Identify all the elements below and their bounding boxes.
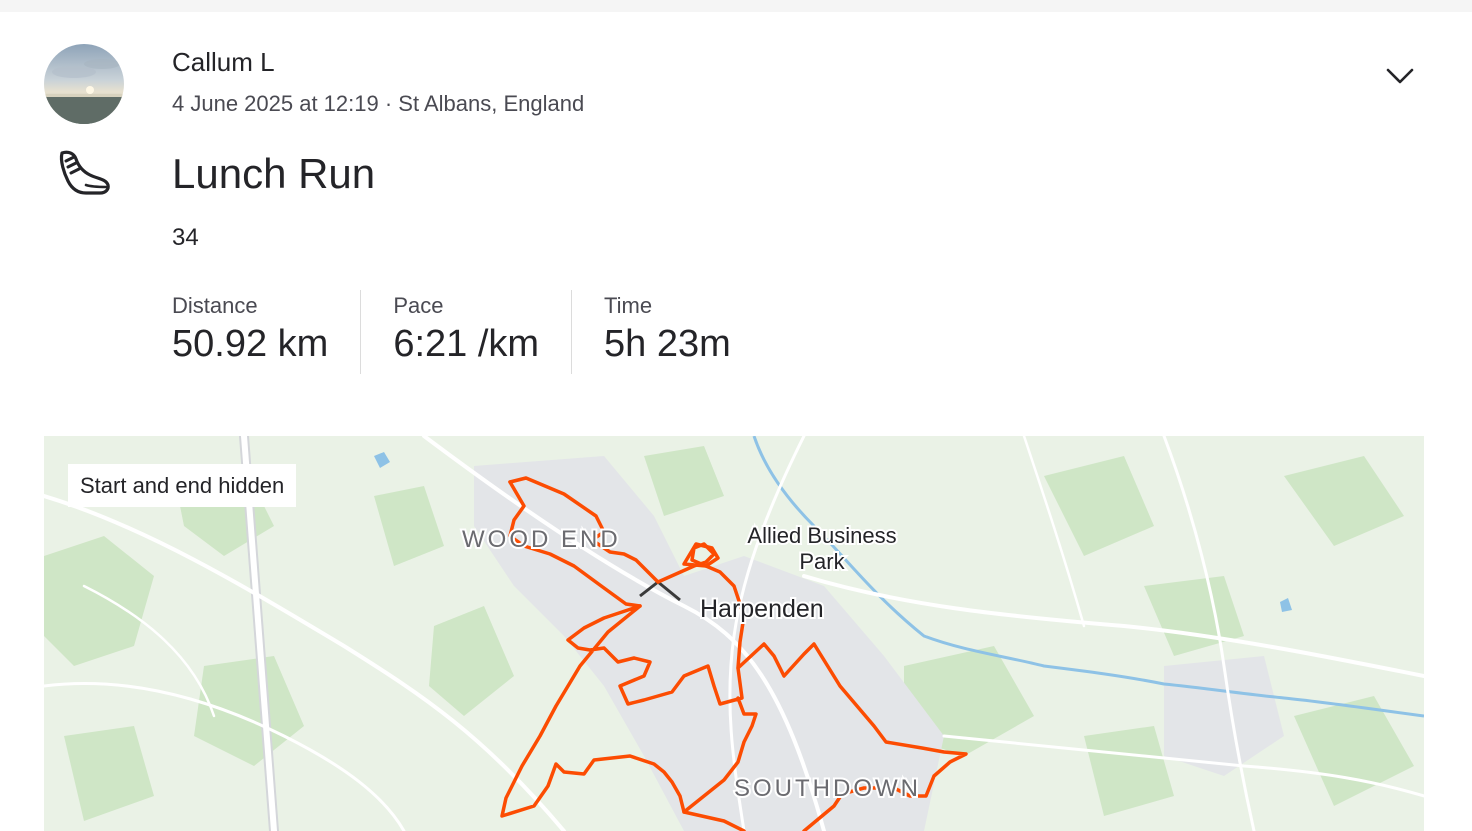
avatar-photo [44, 44, 124, 124]
stat-value: 50.92 km [172, 323, 329, 365]
stat-time: Time 5h 23m [571, 290, 763, 374]
stat-label: Distance [172, 293, 258, 318]
running-shoe-icon [56, 147, 112, 199]
stat-distance: Distance 50.92 km [172, 290, 360, 374]
chevron-down-icon[interactable] [1384, 62, 1416, 90]
activity-stats: Distance 50.92 km Pace 6:21 /km Time 5h … [172, 290, 763, 374]
stat-pace: Pace 6:21 /km [360, 290, 571, 374]
map-label-southdown: SOUTHDOWN [734, 775, 921, 802]
stat-label: Pace [393, 293, 444, 318]
map-label-harpenden: Harpenden [700, 595, 824, 623]
athlete-avatar[interactable] [44, 44, 124, 124]
activity-title[interactable]: Lunch Run [172, 150, 375, 198]
stat-label: Time [604, 293, 653, 318]
top-bar [0, 0, 1472, 12]
stat-value: 5h 23m [604, 323, 731, 365]
map-label-wood-end: WOOD END [462, 526, 621, 553]
map-label-allied-business-park-line2: Park [799, 549, 845, 574]
stat-value: 6:21 /km [393, 323, 540, 365]
map-label-allied-business-park: Allied Business [747, 523, 896, 548]
route-map[interactable]: WOOD END Allied Business Park Harpenden … [44, 436, 1424, 831]
activity-date-location: 4 June 2025 at 12:19 · St Albans, Englan… [172, 91, 585, 116]
athlete-name[interactable]: Callum L [172, 47, 275, 78]
activity-description: 34 [172, 224, 199, 251]
privacy-badge: Start and end hidden [68, 464, 297, 507]
